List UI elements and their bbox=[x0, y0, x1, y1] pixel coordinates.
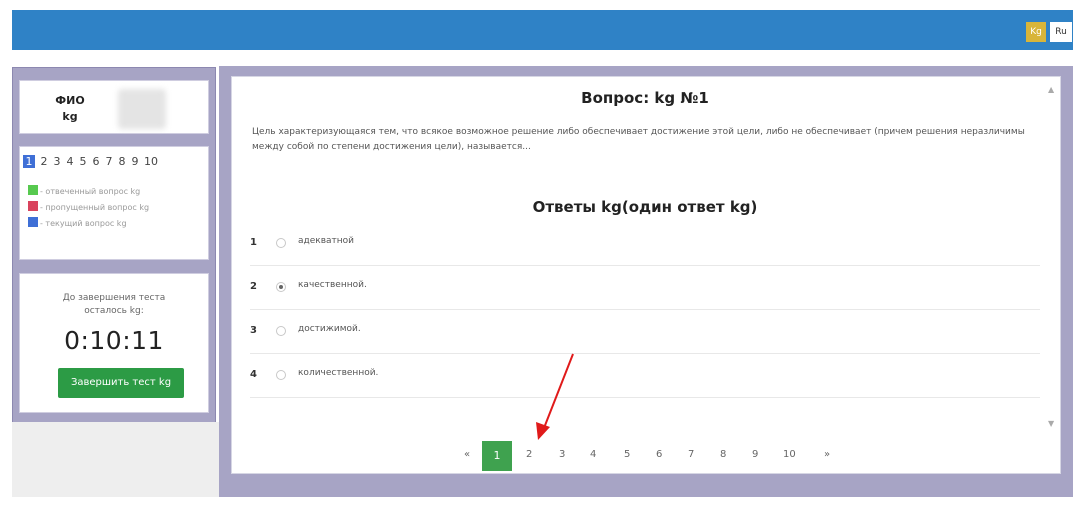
answer-label: качественной. bbox=[298, 280, 367, 290]
question-nav-item-8[interactable]: 8 bbox=[118, 155, 126, 168]
finish-test-button[interactable]: Завершить тест kg bbox=[58, 368, 184, 398]
answer-radio-4[interactable] bbox=[276, 370, 286, 380]
user-panel: ФИО kg bbox=[19, 80, 209, 134]
user-name-blurred bbox=[118, 89, 166, 129]
pagination-page-6[interactable]: 6 bbox=[656, 449, 662, 460]
sidebar: ФИО kg 1 2 3 4 5 6 7 8 9 10 - отвеченный… bbox=[12, 67, 216, 424]
question-navigator-panel: 1 2 3 4 5 6 7 8 9 10 - отвеченный вопрос… bbox=[19, 146, 209, 260]
answer-number: 1 bbox=[250, 237, 257, 248]
question-nav-item-3[interactable]: 3 bbox=[53, 155, 61, 168]
pagination-page-1[interactable]: 1 bbox=[482, 441, 512, 471]
legend-skipped: - пропущенный вопрос kg bbox=[28, 201, 198, 213]
current-swatch bbox=[28, 217, 38, 227]
answer-option-4[interactable]: 4 количественной. bbox=[250, 353, 1040, 398]
language-kg-button[interactable]: Kg bbox=[1026, 22, 1046, 42]
answer-label: достижимой. bbox=[298, 324, 361, 334]
main-frame: ▲ Вопрос: kg №1 Цель характеризующаяся т… bbox=[219, 66, 1073, 497]
question-nav-item-1[interactable]: 1 bbox=[23, 155, 35, 168]
answer-radio-3[interactable] bbox=[276, 326, 286, 336]
pagination-next[interactable]: » bbox=[824, 449, 830, 460]
legend-answered: - отвеченный вопрос kg bbox=[28, 185, 198, 197]
scroll-down-icon[interactable]: ▼ bbox=[1048, 419, 1054, 428]
pagination: « 1 2 3 4 5 6 7 8 9 10 » bbox=[232, 441, 1058, 471]
skipped-swatch bbox=[28, 201, 38, 211]
pagination-prev[interactable]: « bbox=[464, 449, 470, 460]
fio-label: ФИО kg bbox=[48, 93, 92, 125]
pagination-page-10[interactable]: 10 bbox=[783, 449, 796, 460]
question-title: Вопрос: kg №1 bbox=[581, 89, 709, 107]
timer-panel: До завершения теста осталось kg: 0:10:11… bbox=[19, 273, 209, 413]
question-nav-item-2[interactable]: 2 bbox=[40, 155, 48, 168]
language-ru-button[interactable]: Ru bbox=[1050, 22, 1072, 42]
question-nav-item-6[interactable]: 6 bbox=[92, 155, 100, 168]
pagination-page-9[interactable]: 9 bbox=[752, 449, 758, 460]
fio-label-line1: ФИО bbox=[55, 94, 85, 107]
answer-number: 2 bbox=[250, 281, 257, 292]
question-nav-item-9[interactable]: 9 bbox=[131, 155, 139, 168]
pagination-page-4[interactable]: 4 bbox=[590, 449, 596, 460]
sidebar-footer-area bbox=[12, 422, 219, 497]
answer-number: 3 bbox=[250, 325, 257, 336]
pagination-page-2[interactable]: 2 bbox=[526, 449, 532, 460]
question-card: ▲ Вопрос: kg №1 Цель характеризующаяся т… bbox=[231, 76, 1061, 474]
legend-current: - текущий вопрос kg bbox=[28, 217, 198, 229]
legend: - отвеченный вопрос kg - пропущенный воп… bbox=[28, 185, 198, 233]
question-navigator: 1 2 3 4 5 6 7 8 9 10 bbox=[23, 155, 158, 168]
question-text: Цель характеризующаяся тем, что всякое в… bbox=[252, 127, 1025, 152]
timer-caption-line1: До завершения теста bbox=[62, 293, 166, 303]
answer-option-3[interactable]: 3 достижимой. bbox=[250, 309, 1040, 354]
pagination-page-8[interactable]: 8 bbox=[720, 449, 726, 460]
legend-current-label: - текущий вопрос kg bbox=[40, 219, 127, 228]
answers-title: Ответы kg(один ответ kg) bbox=[532, 198, 758, 216]
fio-label-line2: kg bbox=[62, 110, 78, 123]
answer-radio-1[interactable] bbox=[276, 238, 286, 248]
answered-swatch bbox=[28, 185, 38, 195]
top-navbar: Kg Ru bbox=[12, 10, 1073, 50]
answer-number: 4 bbox=[250, 369, 257, 380]
answer-option-2[interactable]: 2 качественной. bbox=[250, 265, 1040, 310]
timer-caption-line2: осталось kg: bbox=[84, 306, 144, 316]
legend-skipped-label: - пропущенный вопрос kg bbox=[40, 203, 150, 212]
question-nav-item-10[interactable]: 10 bbox=[144, 155, 158, 168]
legend-answered-label: - отвеченный вопрос kg bbox=[40, 187, 141, 196]
question-nav-item-5[interactable]: 5 bbox=[79, 155, 87, 168]
question-nav-item-7[interactable]: 7 bbox=[105, 155, 113, 168]
answer-radio-2[interactable] bbox=[276, 282, 286, 292]
answer-label: адекватной bbox=[298, 236, 355, 246]
question-nav-item-4[interactable]: 4 bbox=[66, 155, 74, 168]
countdown-timer: 0:10:11 bbox=[64, 326, 164, 355]
answer-option-1[interactable]: 1 адекватной bbox=[250, 221, 1040, 266]
pagination-page-5[interactable]: 5 bbox=[624, 449, 630, 460]
pagination-page-7[interactable]: 7 bbox=[688, 449, 694, 460]
answer-label: количественной. bbox=[298, 368, 379, 378]
timer-caption: До завершения теста осталось kg: bbox=[20, 292, 208, 318]
pagination-page-3[interactable]: 3 bbox=[559, 449, 565, 460]
red-arrow-annotation-icon bbox=[536, 353, 574, 440]
